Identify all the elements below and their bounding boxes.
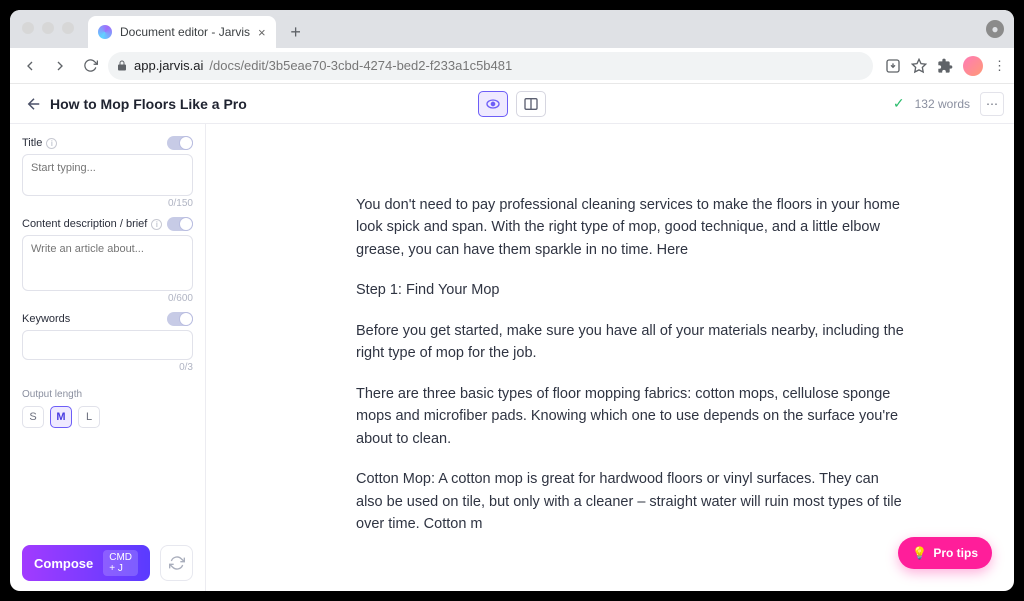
document-editor[interactable]: You don't need to pay professional clean… [206,124,1014,591]
doc-menu-button[interactable]: ⋯ [980,92,1004,116]
nav-forward-button[interactable] [48,54,72,78]
browser-toolbar: app.jarvis.ai/docs/edit/3b5eae70-3cbd-42… [10,48,1014,84]
browser-tabbar: Document editor - Jarvis × + ● [10,10,1014,48]
chrome-menu-icon[interactable]: ⋮ [993,58,1006,74]
output-length-s[interactable]: S [22,406,44,428]
lock-icon [116,60,128,72]
compose-shortcut: CMD + J [103,550,138,576]
brief-counter: 0/600 [22,293,193,304]
favicon-icon [98,25,112,39]
compose-button[interactable]: Compose CMD + J [22,545,150,581]
url-path: /docs/edit/3b5eae70-3cbd-4274-bed2-f233a… [209,58,512,73]
word-count: 132 words [915,97,970,111]
app-back-button[interactable] [20,90,48,118]
title-input[interactable] [22,154,193,196]
paragraph[interactable]: You don't need to pay professional clean… [356,194,904,261]
url-host: app.jarvis.ai [134,58,203,73]
sidebar: Title i 0/150 Content description / brie… [10,124,206,591]
lightbulb-icon: 💡 [912,546,927,560]
profile-avatar[interactable] [963,56,983,76]
regenerate-button[interactable] [160,545,193,581]
paragraph[interactable]: Cotton Mop: A cotton mop is great for ha… [356,468,904,535]
info-icon[interactable]: i [151,219,162,230]
keywords-counter: 0/3 [22,362,193,373]
keywords-field-label: Keywords [22,313,70,325]
keywords-toggle[interactable] [167,312,193,326]
info-icon[interactable]: i [46,138,57,149]
view-mode-focus[interactable] [478,91,508,117]
browser-tab-active[interactable]: Document editor - Jarvis × [88,16,276,48]
app-header: How to Mop Floors Like a Pro ✓ 132 words… [10,84,1014,124]
tab-close-icon[interactable]: × [258,25,266,40]
tab-title: Document editor - Jarvis [120,25,250,39]
window-controls[interactable] [22,22,74,34]
install-app-icon[interactable] [885,58,901,74]
bookmark-star-icon[interactable] [911,58,927,74]
new-tab-button[interactable]: + [282,18,310,46]
view-mode-split[interactable] [516,91,546,117]
brief-toggle[interactable] [167,217,193,231]
paragraph[interactable]: Before you get started, make sure you ha… [356,320,904,365]
document-title[interactable]: How to Mop Floors Like a Pro [50,96,247,112]
nav-back-button[interactable] [18,54,42,78]
output-length-label: Output length [22,389,193,400]
tabbar-overflow-icon[interactable]: ● [986,20,1004,38]
title-counter: 0/150 [22,198,193,209]
paragraph[interactable]: There are three basic types of floor mop… [356,383,904,450]
output-length-m[interactable]: M [50,406,72,428]
paragraph[interactable]: Step 1: Find Your Mop [356,279,904,301]
extensions-icon[interactable] [937,58,953,74]
brief-input[interactable] [22,235,193,291]
title-toggle[interactable] [167,136,193,150]
output-length-l[interactable]: L [78,406,100,428]
title-field-label: Title i [22,137,57,149]
nav-reload-button[interactable] [78,54,102,78]
keywords-input[interactable] [22,330,193,360]
pro-tips-button[interactable]: 💡 Pro tips [898,537,992,569]
save-status-icon: ✓ [893,95,905,112]
brief-field-label: Content description / brief i [22,218,162,230]
address-bar[interactable]: app.jarvis.ai/docs/edit/3b5eae70-3cbd-42… [108,52,873,80]
